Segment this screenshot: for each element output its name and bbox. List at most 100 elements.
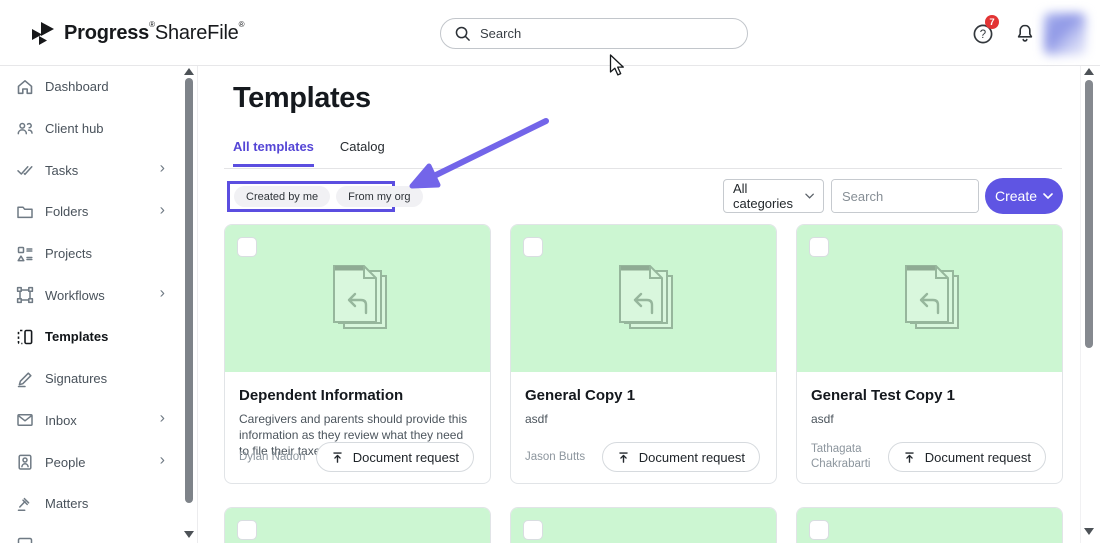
sidebar-item-projects[interactable]: Projects: [0, 233, 197, 275]
template-card[interactable]: [796, 507, 1063, 543]
document-request-stack-icon: [891, 539, 969, 543]
sidebar-scroll-up-arrow[interactable]: [184, 68, 194, 75]
sidebar-scrollbar-thumb[interactable]: [185, 78, 193, 503]
top-bar: Progress®ShareFile® ? 7: [0, 0, 1100, 66]
main-scrollbar-thumb[interactable]: [1085, 80, 1093, 348]
help-button[interactable]: ? 7: [972, 15, 999, 47]
sidebar-item-inbox[interactable]: Inbox ›: [0, 400, 197, 442]
template-card[interactable]: [224, 507, 491, 543]
card-thumbnail: [511, 225, 776, 372]
doc-top-edge: [334, 266, 363, 271]
upload-icon: [619, 451, 628, 463]
notifications-bell-icon[interactable]: [1014, 22, 1036, 46]
pen-icon: [17, 372, 32, 387]
template-card[interactable]: [510, 507, 777, 543]
sidebar-item-partial[interactable]: [0, 525, 197, 543]
sidebar-item-workflows[interactable]: Workflows ›: [0, 274, 197, 316]
sidebar-scroll-down-arrow[interactable]: [184, 531, 194, 538]
global-search[interactable]: [440, 18, 748, 49]
card-thumbnail: [225, 508, 490, 543]
sidebar-nav: Dashboard Client hub Tasks › Folders › P…: [0, 66, 198, 543]
templates-icon: [17, 329, 33, 345]
sidebar-item-folders[interactable]: Folders ›: [0, 191, 197, 233]
card-title: General Test Copy 1: [811, 387, 955, 404]
gavel-icon: [17, 497, 30, 511]
page-title: Templates: [233, 82, 371, 114]
card-title: General Copy 1: [525, 387, 636, 404]
search-icon: [454, 25, 471, 42]
sidebar-item-dashboard[interactable]: Dashboard: [0, 66, 197, 108]
main-scroll-down-arrow[interactable]: [1084, 528, 1094, 535]
chevron-right-icon: ›: [159, 285, 165, 303]
global-search-input[interactable]: [480, 26, 734, 41]
workflows-icon: [16, 287, 34, 304]
chevron-down-icon: [1043, 193, 1053, 199]
projects-icon: [17, 246, 33, 261]
filter-chip-created-by-me[interactable]: Created by me: [234, 186, 331, 207]
sidebar-item-tasks[interactable]: Tasks ›: [0, 149, 197, 191]
chevron-right-icon: ›: [159, 201, 165, 219]
template-card[interactable]: Dependent Information Caregivers and par…: [224, 224, 491, 484]
brand-name: Progress®ShareFile®: [64, 19, 245, 44]
question-mark-glyph: ?: [980, 29, 986, 41]
templates-tabs: All templates Catalog: [233, 139, 385, 167]
document-request-button[interactable]: Document request: [315, 442, 474, 472]
main-scroll-up-arrow[interactable]: [1084, 68, 1094, 75]
filter-chip-from-my-org[interactable]: From my org: [336, 186, 423, 207]
template-search-input[interactable]: [832, 180, 978, 212]
document-request-stack-icon: [319, 539, 397, 543]
chevron-right-icon: ›: [159, 159, 165, 177]
document-request-stack-icon: [332, 265, 387, 329]
card-author: Tathagata Chakrabarti: [811, 443, 871, 470]
sidebar-item-people[interactable]: People ›: [0, 441, 197, 483]
create-button[interactable]: Create: [985, 178, 1063, 214]
card-checkbox[interactable]: [523, 237, 543, 257]
sidebar-item-templates[interactable]: Templates: [0, 316, 197, 358]
template-card[interactable]: General Test Copy 1 asdf Tathagata Chakr…: [796, 224, 1063, 484]
chevron-right-icon: ›: [159, 410, 165, 428]
sidebar-item-signatures[interactable]: Signatures: [0, 358, 197, 400]
brand-logo[interactable]: Progress®ShareFile®: [30, 0, 245, 66]
document-request-stack-icon: [904, 265, 959, 329]
template-search-box: [831, 179, 979, 213]
card-checkbox[interactable]: [523, 520, 543, 540]
card-checkbox[interactable]: [809, 237, 829, 257]
card-title: Dependent Information: [239, 387, 404, 404]
document-request-button[interactable]: Document request: [887, 442, 1046, 472]
tab-all-templates[interactable]: All templates: [233, 139, 314, 167]
folder-icon: [17, 206, 33, 219]
main-scrollbar-track: [1080, 66, 1081, 543]
card-checkbox[interactable]: [237, 237, 257, 257]
document-request-button[interactable]: Document request: [601, 442, 760, 472]
home-icon: [17, 79, 33, 94]
upload-icon: [905, 451, 914, 463]
card-thumbnail: [797, 508, 1062, 543]
annotation-highlight-box: Created by me From my org: [227, 181, 423, 212]
sidebar-item-matters[interactable]: Matters: [0, 483, 197, 525]
card-description: asdf: [525, 412, 548, 426]
chevron-right-icon: ›: [159, 451, 165, 469]
document-request-stack-icon: [605, 539, 683, 543]
card-checkbox[interactable]: [237, 520, 257, 540]
card-thumbnail: [225, 225, 490, 372]
card-author: Jason Butts: [525, 450, 586, 463]
template-card[interactable]: General Copy 1 asdf Jason Butts Document…: [510, 224, 777, 484]
sidebar-item-client-hub[interactable]: Client hub: [0, 108, 197, 150]
card-author: Dylan Nadon: [239, 450, 306, 463]
card-thumbnail: [797, 225, 1062, 372]
user-avatar[interactable]: [1044, 13, 1086, 55]
template-card-grid-row2: [224, 507, 1063, 543]
card-checkbox[interactable]: [809, 520, 829, 540]
card-thumbnail: [511, 508, 776, 543]
people-group-icon: [17, 122, 33, 134]
double-check-icon: [17, 166, 33, 176]
generic-icon: [17, 538, 33, 543]
tab-catalog[interactable]: Catalog: [340, 139, 385, 167]
document-request-stack-icon: [618, 265, 673, 329]
categories-dropdown[interactable]: All categories: [723, 179, 824, 213]
upload-icon: [333, 451, 342, 463]
chevron-down-icon: [805, 193, 814, 199]
help-notification-badge: 7: [985, 15, 999, 29]
id-card-icon: [18, 454, 32, 470]
progress-logo-icon: [30, 21, 56, 46]
